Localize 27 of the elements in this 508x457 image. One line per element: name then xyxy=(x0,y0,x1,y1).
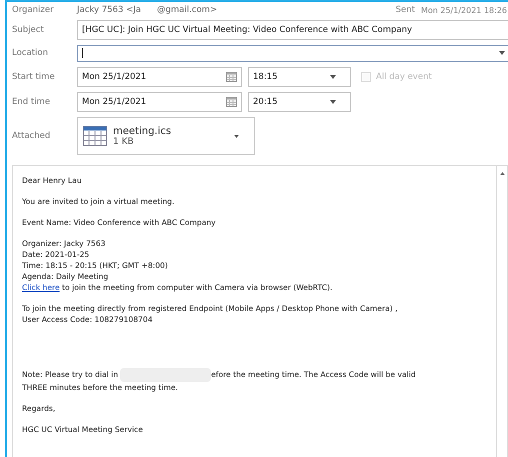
date-field[interactable]: Mon 25/1/2021 xyxy=(77,67,242,87)
dropdown-arrow-icon[interactable] xyxy=(330,75,336,79)
attachment-name: meeting.ics xyxy=(113,126,172,136)
dropdown-arrow-icon[interactable] xyxy=(330,100,336,104)
organizer-label: Organizer xyxy=(11,5,55,15)
field-label: Start time xyxy=(11,72,56,82)
scroll-up-icon[interactable] xyxy=(500,172,504,175)
field-label: Location xyxy=(11,48,49,58)
dropdown-arrow-icon[interactable] xyxy=(234,134,239,138)
time-field[interactable]: 18:15 xyxy=(248,67,351,87)
organizer-email-domain: @gmail.com> xyxy=(157,5,218,15)
all-day-label: All day event xyxy=(376,72,432,82)
field-label: End time xyxy=(11,97,52,107)
sent-date: Mon 25/1/2021 18:26 xyxy=(420,6,507,14)
attachment-size: 1 KB xyxy=(113,136,135,146)
scrollbar[interactable] xyxy=(496,165,508,457)
location-field[interactable] xyxy=(77,44,508,62)
organizer-name: Jacky 7563 <Ja xyxy=(77,5,142,15)
sent-label: Sent xyxy=(396,5,415,15)
dropdown-arrow-icon[interactable] xyxy=(499,51,505,55)
attachment-card[interactable]: meeting.ics 1 KB xyxy=(77,117,255,155)
time-field[interactable]: 20:15 xyxy=(248,92,351,112)
subject-field[interactable]: [HGC UC]: Join HGC UC Virtual Meeting: Video Conference with ABC Company xyxy=(77,20,508,40)
field-label: Attached xyxy=(11,131,52,141)
date-field[interactable]: Mon 25/1/2021 xyxy=(77,92,242,112)
field-label: Subject xyxy=(11,25,45,35)
calendar-file-icon xyxy=(83,126,107,146)
